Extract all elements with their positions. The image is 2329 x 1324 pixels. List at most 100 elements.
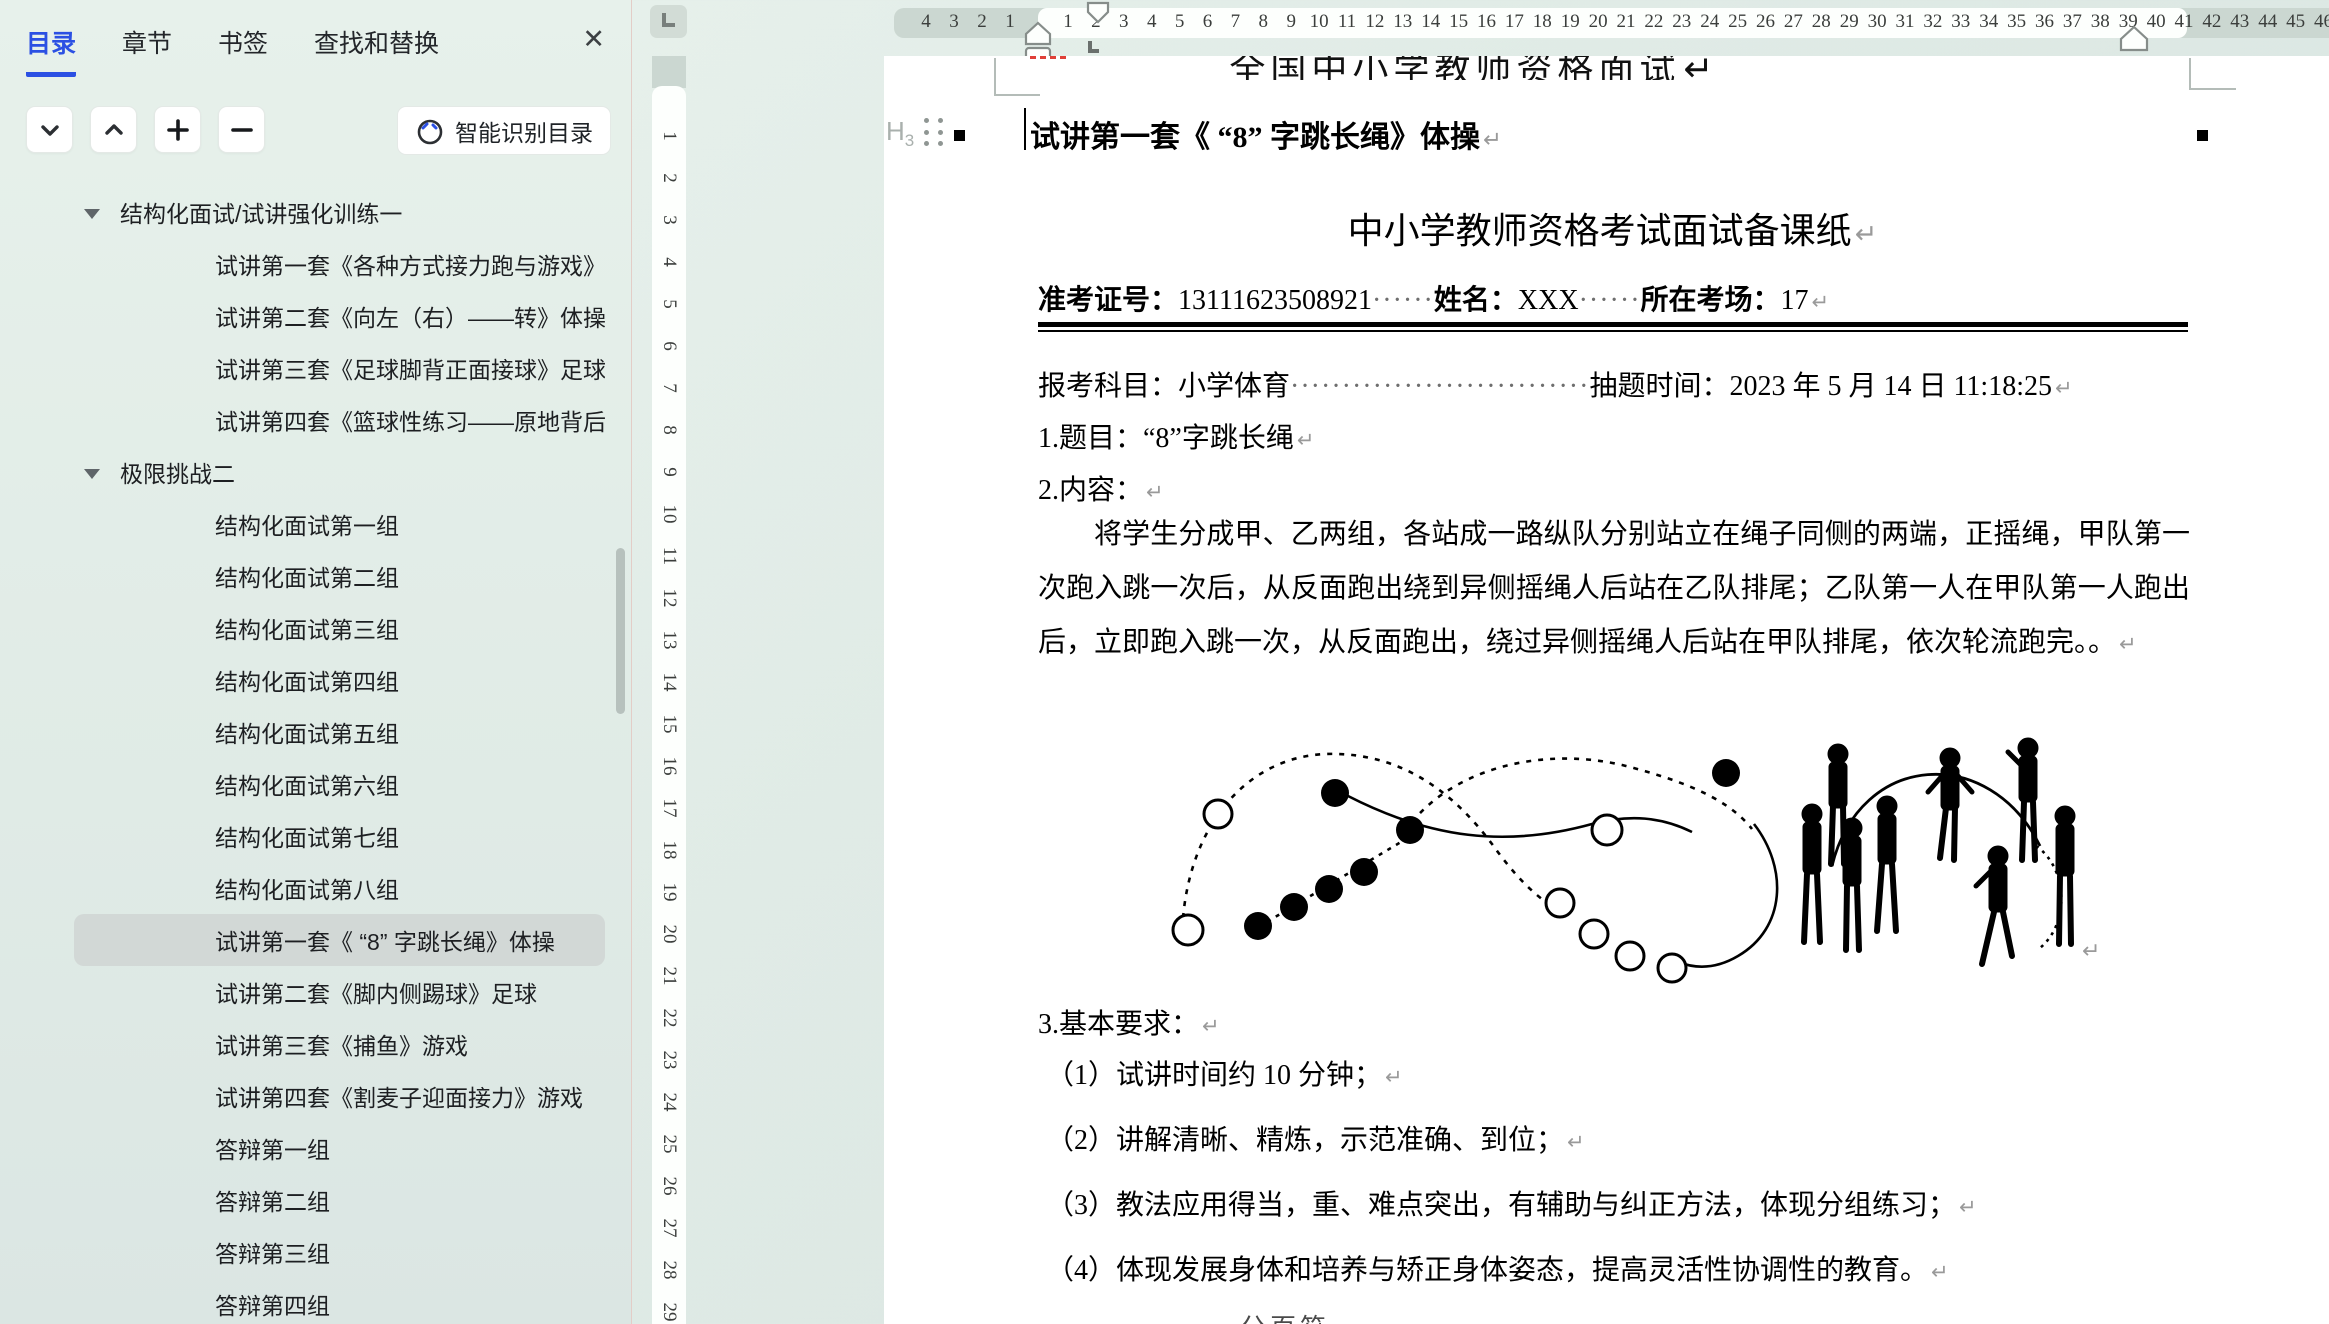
name-value: XXX bbox=[1518, 285, 1579, 316]
ruler-number: 11 bbox=[658, 539, 680, 573]
ruler-number: 14 bbox=[658, 665, 680, 699]
toc-item-label: 结构化面试第五组 bbox=[215, 715, 399, 749]
collapse-all-button[interactable] bbox=[90, 106, 137, 153]
toc-item[interactable]: 结构化面试第六组 bbox=[74, 758, 605, 810]
toc-item[interactable]: 结构化面试第四组 bbox=[74, 654, 605, 706]
toc-item[interactable]: 结构化面试第五组 bbox=[74, 706, 605, 758]
requirement-line[interactable]: （2）讲解清晰、精炼，示范准确、到位；↵ bbox=[1046, 1109, 1977, 1174]
close-icon[interactable]: ✕ bbox=[582, 24, 605, 53]
right-indent-marker[interactable] bbox=[2119, 25, 2149, 53]
triangle-expand-icon[interactable] bbox=[84, 469, 100, 479]
ruler-number: 24 bbox=[1695, 11, 1725, 33]
toc-item-label: 答辩第二组 bbox=[215, 1183, 330, 1217]
ruler-number: 26 bbox=[658, 1169, 680, 1203]
subject-value: 小学体育 bbox=[1178, 371, 1290, 402]
toc-item[interactable]: 试讲第二套《向左（右）——转》体操 bbox=[74, 290, 605, 342]
ruler-number: 4 bbox=[658, 245, 680, 279]
chevron-up-icon bbox=[102, 118, 126, 142]
tab-find-replace[interactable]: 查找和替换 bbox=[314, 24, 439, 72]
ruler-number: 4 bbox=[911, 11, 941, 33]
toc-item[interactable]: 结构化面试第二组 bbox=[74, 550, 605, 602]
pilcrow-mark: ↵ bbox=[1483, 127, 1502, 152]
toc-item[interactable]: 结构化面试第三组 bbox=[74, 602, 605, 654]
tab-bookmarks[interactable]: 书签 bbox=[218, 24, 268, 72]
document-page[interactable]: 全国中小学教师资格面试↵ H3 试讲第一套《 “8” 字跳长绳》体操↵ 中小学教… bbox=[884, 56, 2329, 1324]
content-label-line[interactable]: 2.内容：↵ bbox=[1038, 468, 1164, 508]
toc-list: 结构化面试/试讲强化训练一试讲第一套《各种方式接力跑与游戏》田… 试讲第二套《向左… bbox=[0, 186, 621, 1324]
clipped-previous-line-text: 全国中小学教师资格面试 bbox=[1229, 56, 1680, 80]
toc-item-label: 试讲第二套《脚内侧踢球》足球 bbox=[215, 975, 537, 1009]
vertical-ruler[interactable]: 1234567891011121314151617181920212223242… bbox=[652, 86, 686, 1324]
toc-item[interactable]: 结构化面试第七组 bbox=[74, 810, 605, 862]
toc-item[interactable]: 答辩第二组 bbox=[74, 1174, 605, 1226]
dot-leader: ····························· bbox=[1290, 371, 1589, 402]
ruler-number: 27 bbox=[658, 1211, 680, 1245]
ruler-number: 29 bbox=[658, 1295, 680, 1324]
ruler-number: 22 bbox=[658, 1001, 680, 1035]
ruler-number: 45 bbox=[2281, 11, 2311, 33]
content-paragraph[interactable]: 将学生分成甲、乙两组，各站成一路纵队分别站立在绳子同侧的两端，正摇绳，甲队第一次… bbox=[1038, 508, 2190, 671]
pilcrow-mark: ↵ bbox=[1202, 1014, 1220, 1038]
ruler-number: 16 bbox=[1472, 11, 1502, 33]
ruler-number: 19 bbox=[658, 875, 680, 909]
toc-item[interactable]: 答辩第三组 bbox=[74, 1226, 605, 1278]
toc-item[interactable]: 试讲第一套《 “8” 字跳长绳》体操 bbox=[74, 914, 605, 966]
toc-group-item[interactable]: 结构化面试/试讲强化训练一 bbox=[74, 186, 605, 238]
toc-item[interactable]: 结构化面试第一组 bbox=[74, 498, 605, 550]
text-cursor bbox=[1024, 108, 1026, 150]
page-break-label: 分页符 bbox=[1240, 1314, 1330, 1324]
ruler-number: 20 bbox=[1583, 11, 1613, 33]
toc-item[interactable]: 结构化面试第八组 bbox=[74, 862, 605, 914]
triangle-expand-icon[interactable] bbox=[84, 209, 100, 219]
tab-stop-selector[interactable] bbox=[650, 5, 687, 38]
toc-item-label: 答辩第一组 bbox=[215, 1131, 330, 1165]
toc-item-label: 极限挑战二 bbox=[120, 455, 235, 489]
ruler-number: 1 bbox=[658, 119, 680, 153]
smart-identify-toc-button[interactable]: 智能识别目录 bbox=[397, 106, 611, 155]
ruler-number: 2 bbox=[658, 161, 680, 195]
toc-item[interactable]: 答辩第一组 bbox=[74, 1122, 605, 1174]
zoom-in-button[interactable] bbox=[154, 106, 201, 153]
sidebar-scrollbar-thumb[interactable] bbox=[616, 548, 625, 714]
ruler-number: 35 bbox=[2002, 11, 2032, 33]
ruler-number: 15 bbox=[1444, 11, 1474, 33]
ruler-number: 2 bbox=[967, 11, 997, 33]
tab-toc[interactable]: 目录 bbox=[26, 24, 76, 77]
pilcrow-mark: ↵ bbox=[2119, 632, 2137, 656]
ruler-number: 20 bbox=[658, 917, 680, 951]
zoom-out-button[interactable] bbox=[218, 106, 265, 153]
ruler-number: 23 bbox=[658, 1043, 680, 1077]
expand-all-button[interactable] bbox=[26, 106, 73, 153]
toc-item[interactable]: 试讲第二套《脚内侧踢球》足球 bbox=[74, 966, 605, 1018]
smart-identify-toc-label: 智能识别目录 bbox=[455, 114, 593, 148]
ruler-number: 17 bbox=[1499, 11, 1529, 33]
document-title[interactable]: 中小学教师资格考试面试备课纸↵ bbox=[1038, 202, 2187, 254]
requirements-heading[interactable]: 3.基本要求：↵ bbox=[1038, 1002, 1220, 1042]
ruler-number: 17 bbox=[658, 791, 680, 825]
requirement-text: （1）试讲时间约 10 分钟； bbox=[1046, 1060, 1382, 1091]
toc-item[interactable]: 试讲第四套《割麦子迎面接力》游戏 bbox=[74, 1070, 605, 1122]
toc-group-item[interactable]: 极限挑战二 bbox=[74, 446, 605, 498]
toc-item-label: 试讲第一套《各种方式接力跑与游戏》田… bbox=[215, 247, 605, 281]
toc-item[interactable]: 试讲第四套《篮球性练习——原地背后按… bbox=[74, 394, 605, 446]
toc-item[interactable]: 试讲第一套《各种方式接力跑与游戏》田… bbox=[74, 238, 605, 290]
pilcrow-mark: ↵ bbox=[1931, 1260, 1949, 1284]
ruler-number: 33 bbox=[1946, 11, 1976, 33]
requirement-line[interactable]: （3）教法应用得当，重、难点突出，有辅助与纠正方法，体现分组练习；↵ bbox=[1046, 1174, 1977, 1239]
question-title-line[interactable]: 1.题目：“8”字跳长绳↵ bbox=[1038, 416, 1314, 456]
candidate-info-line[interactable]: 准考证号：13111623508921······姓名：XXX······所在考… bbox=[1038, 278, 1829, 318]
tab-chapters[interactable]: 章节 bbox=[122, 24, 172, 72]
toc-item[interactable]: 答辩第四组 bbox=[74, 1278, 605, 1324]
requirement-line[interactable]: （4）体现发展身体和培养与矫正身体姿态，提高灵活性协调性的教育。↵ bbox=[1046, 1239, 1977, 1304]
drag-handle-icon[interactable] bbox=[924, 118, 946, 148]
toc-sidebar-panel: 目录 章节 书签 查找和替换 ✕ bbox=[0, 0, 632, 1324]
ruler-number: 42 bbox=[2197, 11, 2227, 33]
question-title-text: 1.题目：“8”字跳长绳 bbox=[1038, 423, 1294, 454]
pilcrow-mark: ↵ bbox=[1567, 1130, 1585, 1154]
toc-item[interactable]: 试讲第三套《捕鱼》游戏 bbox=[74, 1018, 605, 1070]
section-heading[interactable]: 试讲第一套《 “8” 字跳长绳》体操↵ bbox=[1030, 112, 1502, 156]
subject-line[interactable]: 报考科目：小学体育·····························抽题… bbox=[1038, 364, 2073, 404]
requirement-line[interactable]: （1）试讲时间约 10 分钟；↵ bbox=[1046, 1044, 1977, 1109]
toc-item[interactable]: 试讲第三套《足球脚背正面接球》足球 bbox=[74, 342, 605, 394]
first-line-indent-marker[interactable] bbox=[1085, 1, 1111, 25]
